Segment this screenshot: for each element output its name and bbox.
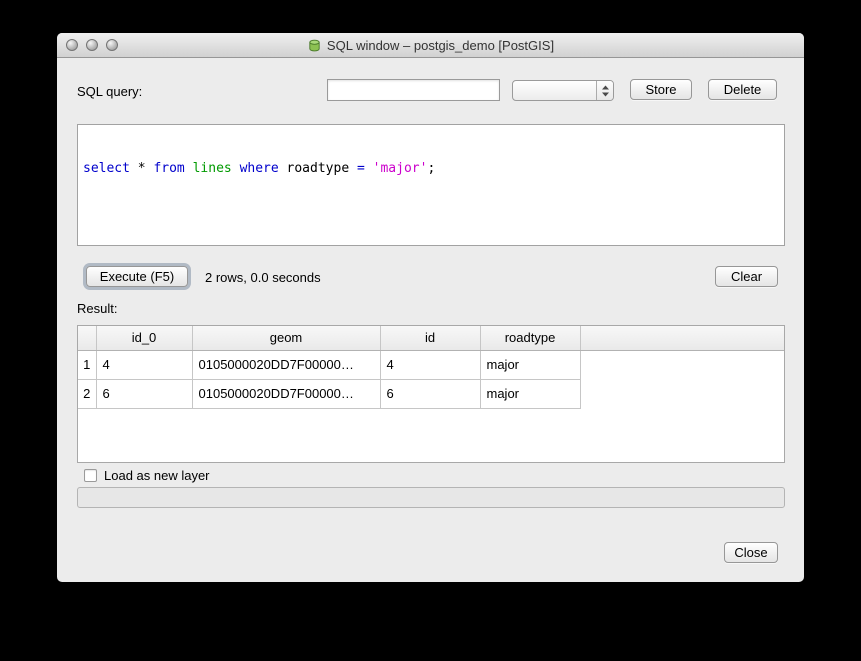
column-header-geom[interactable]: geom xyxy=(192,326,380,350)
clear-button[interactable]: Clear xyxy=(715,266,778,287)
window-close-button[interactable] xyxy=(66,39,78,51)
sql-token: 'major' xyxy=(373,161,428,176)
table-row[interactable]: 140105000020DD7F00000…4major xyxy=(78,350,784,379)
sql-token xyxy=(185,161,193,176)
row-number-cell[interactable]: 1 xyxy=(78,350,96,379)
stored-query-value xyxy=(513,81,596,100)
query-name-input[interactable] xyxy=(327,79,500,101)
sql-token: select xyxy=(83,161,130,176)
sql-editor[interactable]: select * from lines where roadtype = 'ma… xyxy=(77,124,785,246)
load-layer-row: Load as new layer xyxy=(84,468,210,483)
sql-query-label: SQL query: xyxy=(77,84,142,99)
title-area: SQL window – postgis_demo [PostGIS] xyxy=(57,33,804,58)
sql-token xyxy=(232,161,240,176)
stored-query-combobox[interactable] xyxy=(512,80,614,101)
load-as-new-layer-label: Load as new layer xyxy=(104,468,210,483)
table-cell[interactable]: 4 xyxy=(96,350,192,379)
column-header-roadtype[interactable]: roadtype xyxy=(480,326,580,350)
sql-token: lines xyxy=(193,161,232,176)
result-header-row: id_0geomidroadtype xyxy=(78,326,784,350)
combobox-stepper-icon xyxy=(596,81,613,100)
table-cell[interactable]: 6 xyxy=(96,379,192,408)
table-corner-cell[interactable] xyxy=(78,326,96,350)
sql-token: from xyxy=(153,161,184,176)
sql-token: * xyxy=(130,161,153,176)
sql-token: ; xyxy=(427,161,435,176)
sql-token xyxy=(365,161,373,176)
window-minimize-button[interactable] xyxy=(86,39,98,51)
row-filler xyxy=(580,350,784,379)
row-filler xyxy=(580,379,784,408)
table-cell[interactable]: 4 xyxy=(380,350,480,379)
column-header-id_0[interactable]: id_0 xyxy=(96,326,192,350)
table-row[interactable]: 260105000020DD7F00000…6major xyxy=(78,379,784,408)
sql-token: roadtype xyxy=(279,161,357,176)
header-filler xyxy=(580,326,784,350)
table-cell[interactable]: major xyxy=(480,379,580,408)
query-status-text: 2 rows, 0.0 seconds xyxy=(205,270,321,285)
result-table-grid: id_0geomidroadtype140105000020DD7F00000…… xyxy=(78,326,784,409)
column-header-id[interactable]: id xyxy=(380,326,480,350)
store-button[interactable]: Store xyxy=(630,79,692,100)
delete-button[interactable]: Delete xyxy=(708,79,777,100)
sql-window: SQL window – postgis_demo [PostGIS] SQL … xyxy=(57,33,804,582)
window-zoom-button[interactable] xyxy=(106,39,118,51)
table-cell[interactable]: 0105000020DD7F00000… xyxy=(192,350,380,379)
result-table[interactable]: id_0geomidroadtype140105000020DD7F00000…… xyxy=(77,325,785,463)
traffic-lights xyxy=(66,39,118,51)
sql-token: where xyxy=(240,161,279,176)
table-cell[interactable]: 0105000020DD7F00000… xyxy=(192,379,380,408)
titlebar[interactable]: SQL window – postgis_demo [PostGIS] xyxy=(57,33,804,58)
layer-name-input xyxy=(77,487,785,508)
execute-button[interactable]: Execute (F5) xyxy=(86,266,188,287)
sql-editor-line: select * from lines where roadtype = 'ma… xyxy=(83,161,779,176)
sql-token: = xyxy=(357,161,365,176)
table-cell[interactable]: major xyxy=(480,350,580,379)
result-label: Result: xyxy=(77,301,117,316)
close-button[interactable]: Close xyxy=(724,542,778,563)
window-title: SQL window – postgis_demo [PostGIS] xyxy=(327,38,554,53)
row-number-cell[interactable]: 2 xyxy=(78,379,96,408)
load-as-new-layer-checkbox[interactable] xyxy=(84,469,97,482)
table-cell[interactable]: 6 xyxy=(380,379,480,408)
sql-window-icon xyxy=(307,38,322,53)
